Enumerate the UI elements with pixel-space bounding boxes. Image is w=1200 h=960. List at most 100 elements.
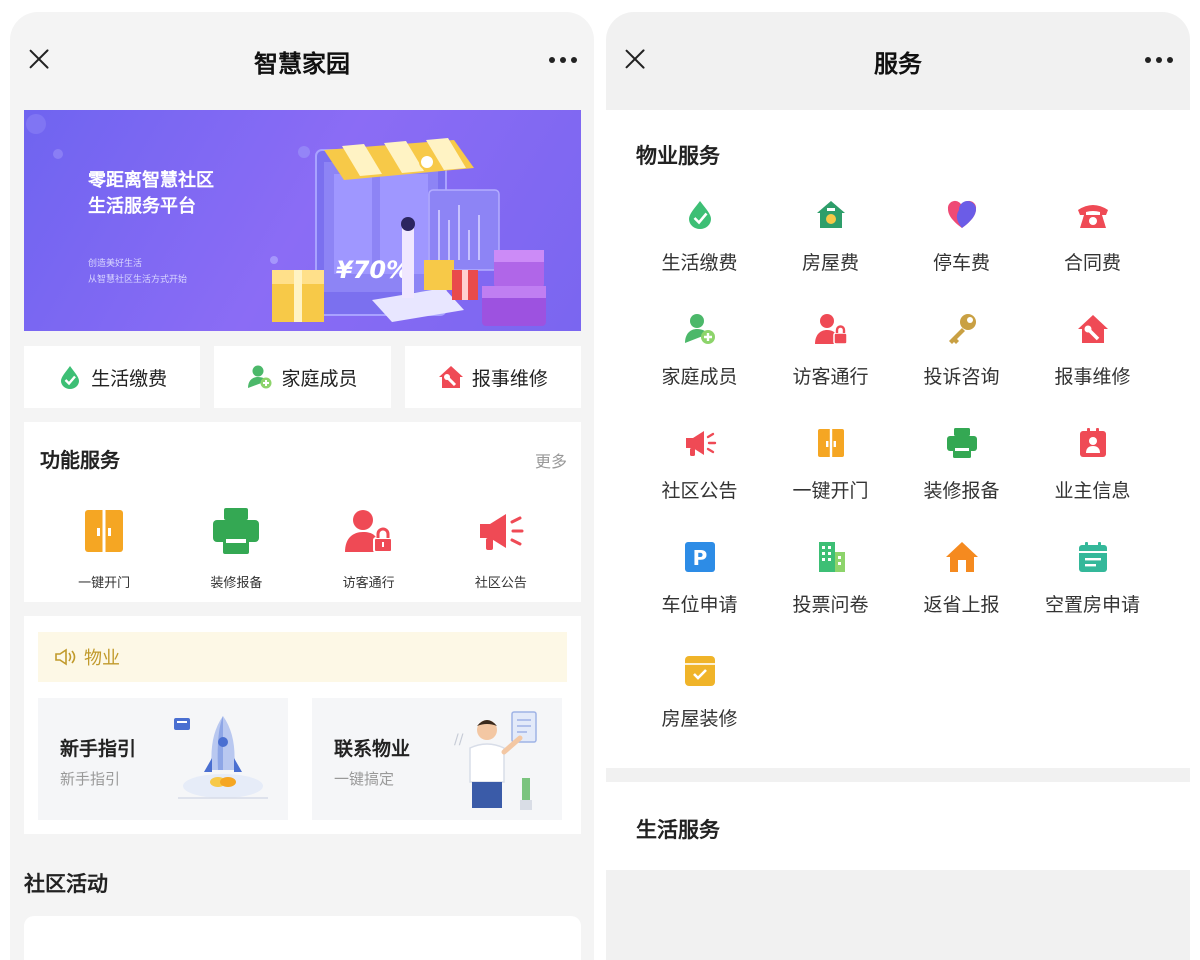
page-title: 智慧家园 [254,49,350,78]
community-activity-title: 社区活动 [24,872,108,896]
door-icon [85,510,124,552]
more-link[interactable]: 更多 [535,448,567,472]
printer-icon [946,428,977,458]
megaphone-icon [685,431,716,456]
func-visitor-pass-label: 访客通行 [342,576,395,591]
svc-renovation-report[interactable]: 装修报备 [896,426,1027,518]
svc-family-members[interactable]: 家庭成员 [634,312,765,404]
promo-banner[interactable]: ¥70% 零距离智慧社区 生活服务平台 创造美好生活 从智慧社区生活方式开始 [24,110,581,331]
svc-family-members-label: 家庭成员 [661,366,738,388]
svc-life-payment[interactable]: 生活缴费 [634,198,765,290]
svc-contract-fee-label: 合同费 [1063,252,1121,274]
svc-report-repair-label: 报事维修 [1054,366,1131,388]
box-check-icon [684,656,715,686]
svc-owner-info[interactable]: 业主信息 [1027,426,1158,518]
leaf-drop-icon [61,366,80,389]
speaker-icon [55,648,76,666]
house-fee-icon [816,201,845,228]
beginner-guide-title: 新手指引 [60,738,137,760]
svc-one-key-open-label: 一键开门 [792,480,869,502]
svc-parking-apply[interactable]: P 车位申请 [634,540,765,632]
close-icon[interactable] [620,44,650,74]
quick-actions: 生活缴费 家庭成员 报事维修 [24,346,581,408]
support-person-illustration: // [454,711,537,810]
func-renovation-report[interactable]: 装修报备 [170,506,302,591]
property-notice[interactable]: 物业 [38,632,567,682]
svg-text:P: P [692,546,707,570]
contact-property-title: 联系物业 [334,738,411,760]
life-services-panel: 生活服务 [606,782,1190,870]
svc-parking-apply-label: 车位申请 [661,594,738,616]
svc-house-fee[interactable]: 房屋费 [765,198,896,290]
quick-life-payment-label: 生活缴费 [91,367,168,390]
more-icon[interactable] [546,50,580,70]
home-screen: 智慧家园 ¥70% 零距离智慧社区 生活服务平台 创造美好生活 从智慧社区生活方… [10,12,594,960]
svc-visitor-pass-label: 访客通行 [792,366,869,388]
svc-one-key-open[interactable]: 一键开门 [765,426,896,518]
quick-life-payment[interactable]: 生活缴费 [24,346,201,408]
banner-sign-text: ¥70% [336,256,410,284]
svc-house-renovation[interactable]: 房屋装修 [634,654,765,746]
more-icon[interactable] [1142,50,1176,70]
svc-parking-fee[interactable]: 停车费 [896,198,1027,290]
svc-contract-fee[interactable]: 合同费 [1027,198,1158,290]
quick-family-members[interactable]: 家庭成员 [214,346,391,408]
svc-community-notice-label: 社区公告 [661,480,738,502]
svc-complaint-label: 投诉咨询 [923,366,1000,388]
megaphone-icon [479,514,524,550]
parking-icon: P [684,542,715,572]
quick-report-repair[interactable]: 报事维修 [404,346,581,408]
property-card: 物业 新手指引 新手指引 联系物业 一键搞定 // [24,616,581,834]
svc-owner-info-label: 业主信息 [1054,480,1131,502]
home-icon [945,542,978,572]
property-services-title: 物业服务 [636,144,720,168]
function-grid: 一键开门 装修报备 访客通行 社区公告 [38,506,567,591]
beginner-guide-card[interactable]: 新手指引 新手指引 [38,698,288,820]
contact-property-card[interactable]: 联系物业 一键搞定 // [312,698,562,820]
banner-subtitle: 创造美好生活 从智慧社区生活方式开始 [88,256,187,288]
svc-visitor-pass[interactable]: 访客通行 [765,312,896,404]
func-visitor-pass[interactable]: 访客通行 [303,506,435,591]
svc-life-payment-label: 生活缴费 [661,252,738,274]
user-plus-icon [248,365,272,389]
nav-bar: 服务 [606,12,1190,110]
svc-vote-survey-label: 投票问卷 [792,594,869,616]
property-services-grid: 生活缴费 房屋费 停车费 合同费 家庭成员 访客通行 投诉咨询 报事维修 社区公… [634,198,1158,746]
quick-family-members-label: 家庭成员 [281,367,358,390]
door-icon [817,429,844,457]
func-one-key-open-label: 一键开门 [78,576,131,591]
svc-vacant-house-apply[interactable]: 空置房申请 [1027,540,1158,632]
building-icon [818,542,845,572]
svc-house-fee-label: 房屋费 [801,252,859,274]
func-one-key-open[interactable]: 一键开门 [38,506,170,591]
visitor-lock-icon [344,510,393,553]
contact-property-subtitle: 一键搞定 [334,770,395,788]
printer-icon [213,508,260,554]
function-services-card: 功能服务 更多 一键开门 装修报备 访客通行 社区公告 [24,422,581,602]
svc-parking-fee-label: 停车费 [932,252,990,274]
page-title: 服务 [874,49,922,78]
banner-title-line-1: 零距离智慧社区 [88,170,214,191]
banner-subtitle-line-1: 创造美好生活 [88,259,143,269]
svc-return-report-label: 返省上报 [923,594,1000,616]
house-wrench-icon [438,366,463,388]
svc-community-notice[interactable]: 社区公告 [634,426,765,518]
func-community-notice-label: 社区公告 [474,576,527,591]
property-notice-text: 物业 [84,648,120,669]
property-services-panel: 物业服务 生活缴费 房屋费 停车费 合同费 家庭成员 访客通行 投诉咨询 报事维… [606,110,1190,768]
svc-vote-survey[interactable]: 投票问卷 [765,540,896,632]
calendar-icon [1078,542,1107,572]
banner-subtitle-line-2: 从智慧社区生活方式开始 [88,275,188,285]
banner-title: 零距离智慧社区 生活服务平台 [88,168,214,220]
close-icon[interactable] [24,44,54,74]
svc-return-report[interactable]: 返省上报 [896,540,1027,632]
telephone-icon [1077,205,1108,228]
beginner-guide-subtitle: 新手指引 [60,770,121,788]
svc-complaint[interactable]: 投诉咨询 [896,312,1027,404]
leaf-drop-icon [688,201,711,229]
func-renovation-report-label: 装修报备 [210,576,263,591]
community-activity-card[interactable] [24,916,581,960]
svc-report-repair[interactable]: 报事维修 [1027,312,1158,404]
nav-bar: 智慧家园 [10,12,594,110]
func-community-notice[interactable]: 社区公告 [435,506,567,591]
